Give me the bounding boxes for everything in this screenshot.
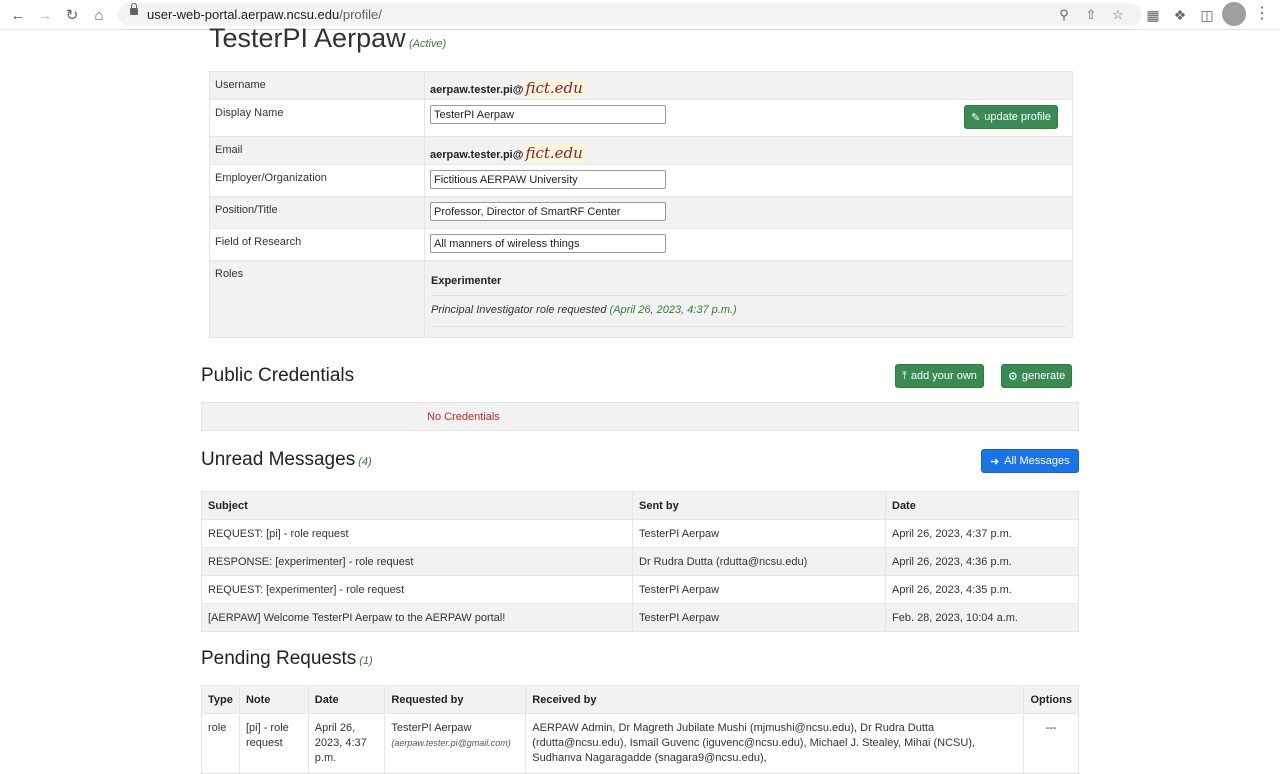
profile-table: Username aerpaw.tester.pi@ fict.edu Displ… bbox=[209, 71, 1073, 338]
credentials-empty-row: No Credentials bbox=[201, 402, 1079, 431]
message-subject[interactable]: REQUEST: [pi] - role request bbox=[201, 519, 633, 548]
add-your-own-button[interactable]: ⤒ add your own bbox=[895, 364, 984, 388]
message-subject[interactable]: RESPONSE: [experimenter] - role request bbox=[201, 547, 633, 576]
side-panel-icon[interactable]: ◫ bbox=[1197, 5, 1217, 25]
roles-label: Roles bbox=[210, 261, 425, 337]
back-arrow-icon[interactable]: ← bbox=[8, 5, 28, 25]
display-name-input[interactable] bbox=[430, 105, 666, 124]
messages-header-row: Subject Sent by Date bbox=[201, 491, 1079, 520]
gears-icon: ⚙ bbox=[1008, 370, 1018, 383]
reload-icon[interactable]: ↻ bbox=[62, 5, 82, 25]
pending-table: Type Note Date Requested by Received by … bbox=[201, 685, 1079, 774]
field-input[interactable] bbox=[430, 234, 666, 253]
col-requested-by: Requested by bbox=[384, 685, 527, 714]
credentials-heading: Public Credentials bbox=[201, 365, 355, 386]
table-row[interactable]: RESPONSE: [experimenter] - role request … bbox=[201, 547, 1079, 576]
email-row: Email aerpaw.tester.pi@ fict.edu bbox=[210, 136, 1072, 164]
page-title: TesterPI Aerpaw bbox=[209, 23, 406, 53]
display-name-label: Display Name bbox=[210, 100, 425, 136]
pencil-icon: ✎ bbox=[971, 111, 981, 124]
email-value: aerpaw.tester.pi@ fict.edu bbox=[430, 144, 585, 162]
pending-header-row: Type Note Date Requested by Received by … bbox=[201, 685, 1079, 714]
upload-icon: ⤒ bbox=[902, 369, 907, 382]
table-row[interactable]: REQUEST: [pi] - role request TesterPI Ae… bbox=[201, 519, 1079, 548]
message-sender: TesterPI Aerpaw bbox=[632, 575, 886, 604]
browser-menu-icon[interactable]: ⋮ bbox=[1254, 5, 1270, 25]
url-text[interactable]: user-web-portal.aerpaw.ncsu.edu/profile/ bbox=[147, 7, 382, 22]
messages-heading: Unread Messages (4) bbox=[201, 449, 372, 470]
message-subject[interactable]: REQUEST: [experimenter] - role request bbox=[201, 575, 633, 604]
message-date: April 26, 2023, 4:36 p.m. bbox=[885, 547, 1079, 576]
request-type: role bbox=[201, 713, 240, 774]
username-value: aerpaw.tester.pi@ fict.edu bbox=[430, 79, 585, 97]
username-row: Username aerpaw.tester.pi@ fict.edu bbox=[210, 72, 1072, 99]
forward-arrow-icon[interactable]: → bbox=[35, 5, 55, 25]
message-date: April 26, 2023, 4:37 p.m. bbox=[885, 519, 1079, 548]
employer-row: Employer/Organization bbox=[210, 164, 1072, 196]
messages-count: (4) bbox=[358, 456, 372, 468]
share-icon[interactable]: ⇧ bbox=[1081, 5, 1101, 25]
position-row: Position/Title bbox=[210, 196, 1072, 228]
home-icon[interactable]: ⌂ bbox=[89, 5, 109, 25]
message-sender: Dr Rudra Dutta (rdutta@ncsu.edu) bbox=[632, 547, 886, 576]
email-label: Email bbox=[210, 137, 425, 164]
col-date: Date bbox=[885, 491, 1079, 520]
avatar[interactable] bbox=[1222, 2, 1246, 26]
status-badge: (Active) bbox=[409, 38, 447, 50]
pending-heading: Pending Requests (1) bbox=[201, 648, 373, 669]
extension-icon[interactable]: ▦ bbox=[1143, 5, 1163, 25]
col-sent-by: Sent by bbox=[632, 491, 886, 520]
message-date: Feb. 28, 2023, 10:04 a.m. bbox=[885, 603, 1079, 632]
col-type: Type bbox=[201, 685, 240, 714]
field-row: Field of Research bbox=[210, 228, 1072, 260]
table-row[interactable]: [AERPAW] Welcome TesterPI Aerpaw to the … bbox=[201, 603, 1079, 632]
message-sender: TesterPI Aerpaw bbox=[632, 519, 886, 548]
position-input[interactable] bbox=[430, 202, 666, 221]
roles-row: Roles Experimenter Principal Investigato… bbox=[210, 260, 1072, 337]
field-label: Field of Research bbox=[210, 229, 425, 260]
table-row[interactable]: REQUEST: [experimenter] - role request T… bbox=[201, 575, 1079, 604]
username-label: Username bbox=[210, 72, 425, 99]
zoom-icon[interactable]: ⚲ bbox=[1054, 5, 1074, 25]
col-date: Date bbox=[307, 685, 386, 714]
request-recipients: AERPAW Admin, Dr Magreth Jubilate Mushi … bbox=[525, 713, 1025, 774]
request-date: April 26, 2023, 4:37 p.m. bbox=[307, 713, 386, 774]
request-note: [pi] - role request bbox=[238, 713, 309, 774]
browser-toolbar: ← → ↻ ⌂ user-web-portal.aerpaw.ncsu.edu/… bbox=[0, 0, 1280, 30]
col-received-by: Received by bbox=[525, 685, 1025, 714]
current-role: Experimenter bbox=[431, 275, 1066, 296]
table-row: role [pi] - role request April 26, 2023,… bbox=[201, 713, 1079, 774]
role-request: Principal Investigator role requested (A… bbox=[431, 296, 1066, 327]
position-label: Position/Title bbox=[210, 197, 425, 228]
arrow-circle-icon: ➜ bbox=[990, 455, 1000, 468]
message-sender: TesterPI Aerpaw bbox=[632, 603, 886, 632]
message-subject[interactable]: [AERPAW] Welcome TesterPI Aerpaw to the … bbox=[201, 603, 633, 632]
message-date: April 26, 2023, 4:35 p.m. bbox=[885, 575, 1079, 604]
bookmark-star-icon[interactable]: ☆ bbox=[1108, 5, 1128, 25]
col-note: Note bbox=[238, 685, 309, 714]
generate-button[interactable]: ⚙ generate bbox=[1001, 364, 1073, 388]
lock-icon[interactable] bbox=[130, 3, 138, 15]
pending-count: (1) bbox=[359, 655, 373, 667]
col-subject: Subject bbox=[201, 491, 633, 520]
no-credentials-text: No Credentials bbox=[427, 411, 500, 423]
employer-label: Employer/Organization bbox=[210, 165, 425, 196]
request-requester: TesterPI Aerpaw (aerpaw.tester.pi@gmail.c… bbox=[384, 713, 527, 774]
update-profile-button[interactable]: ✎ update profile bbox=[964, 105, 1058, 129]
messages-table: Subject Sent by Date REQUEST: [pi] - rol… bbox=[201, 491, 1079, 632]
employer-input[interactable] bbox=[430, 170, 666, 189]
puzzle-icon[interactable]: ❖ bbox=[1170, 5, 1190, 25]
col-options: Options bbox=[1023, 685, 1079, 714]
all-messages-button[interactable]: ➜ All Messages bbox=[981, 449, 1079, 473]
display-name-row: Display Name ✎update profile bbox=[210, 99, 1072, 136]
request-options: --- bbox=[1023, 713, 1079, 774]
